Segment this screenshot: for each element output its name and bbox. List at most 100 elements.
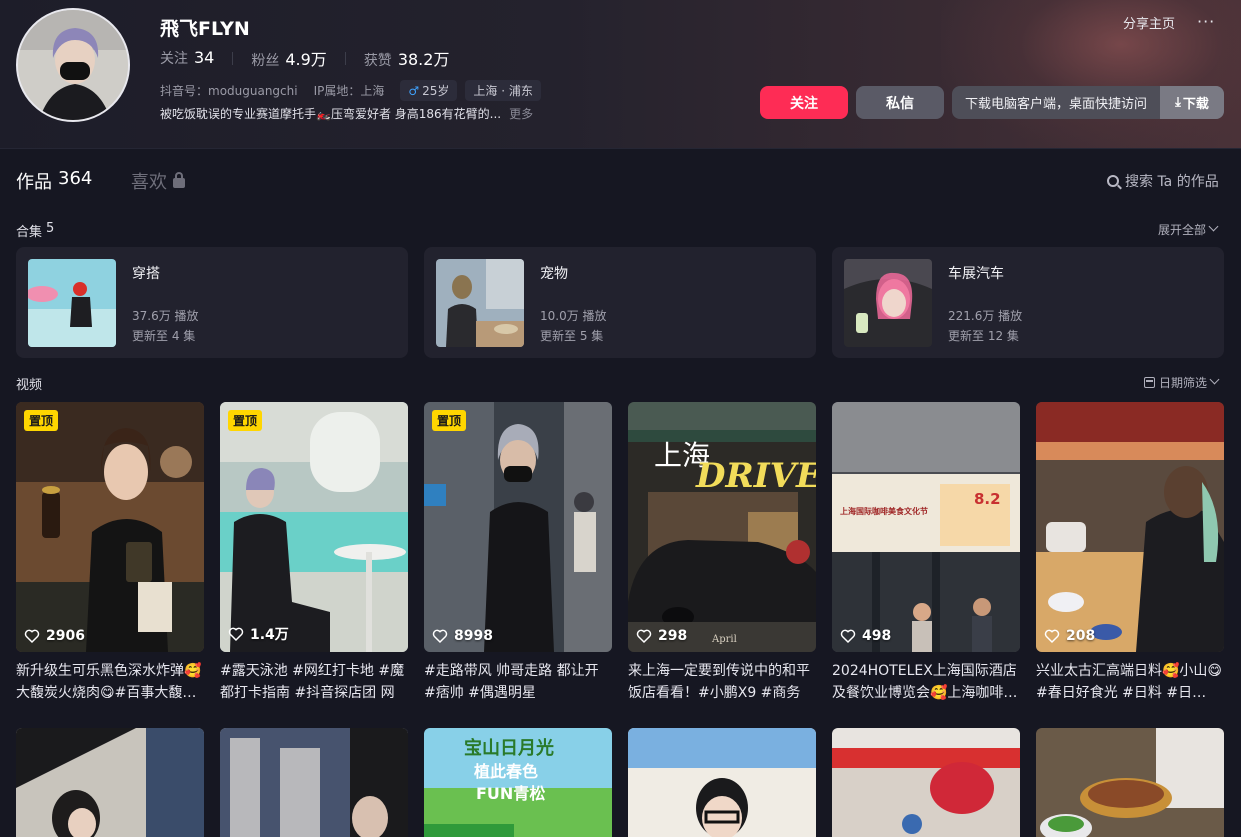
- video-thumbnail[interactable]: [832, 728, 1020, 837]
- thumbnail-caption: 宝山日月光: [464, 738, 554, 759]
- video-card[interactable]: 置顶 1.4万 #露天泳池 #网红打卡地 #魔都打卡指南 #抖音探店团 网红…: [220, 402, 408, 704]
- video-title[interactable]: 新升级生可乐黑色深水炸弹🥰大馥炭火烧肉😋#百事大馥…: [16, 660, 204, 704]
- followers-stat[interactable]: 粉丝 4.9万: [251, 46, 326, 70]
- expand-all-label: 展开全部: [1158, 223, 1207, 237]
- profile-stats: 关注 34 粉丝 4.9万 获赞 38.2万: [160, 46, 449, 70]
- video-thumbnail[interactable]: [1036, 728, 1224, 837]
- message-button[interactable]: 私信: [856, 86, 944, 119]
- follow-button[interactable]: 关注: [760, 86, 848, 119]
- header-background-photo: [941, 0, 1241, 148]
- profile-nickname: 飛飞FLYN: [160, 18, 250, 40]
- collection-plays: 10.0万 播放: [540, 309, 607, 323]
- chevron-down-icon: [1209, 374, 1220, 385]
- share-profile-link[interactable]: 分享主页: [1123, 13, 1175, 32]
- followers-count: 4.9万: [285, 50, 327, 69]
- download-icon: ⤓: [1175, 95, 1181, 110]
- following-label: 关注: [160, 51, 188, 67]
- date-filter-button[interactable]: 日期筛选: [1144, 374, 1220, 391]
- search-works-button[interactable]: 搜索 Ta 的作品: [1107, 171, 1219, 191]
- collections-header: 合集 5: [16, 221, 54, 240]
- date-filter-label: 日期筛选: [1159, 376, 1208, 390]
- age-tag: ♂ 25岁: [400, 80, 458, 101]
- video-card[interactable]: 208 兴业太古汇高端日料🥰小山😋#春日好食光 #日料 #日…: [1036, 402, 1224, 704]
- thumbnail-caption: DRIVE: [696, 456, 816, 496]
- collection-name: 宠物: [540, 266, 568, 282]
- age-text: 25岁: [422, 84, 450, 98]
- video-card[interactable]: 上海 DRIVE April 298 来上海一定要到传说中的和平饭店看看！#小鹏…: [628, 402, 816, 704]
- ip-location: IP属地：上海: [313, 84, 385, 98]
- collection-card[interactable]: 穿搭 37.6万 播放 更新至 4 集: [16, 247, 408, 358]
- tab-works-count: 364: [58, 168, 93, 189]
- likes-count: 298: [658, 628, 688, 644]
- likes-count: 8998: [454, 628, 493, 644]
- district-tag: 上海 · 浦东: [465, 80, 541, 101]
- male-icon: ♂: [408, 83, 420, 98]
- pinned-badge: 置顶: [24, 410, 59, 431]
- collection-card[interactable]: 宠物 10.0万 播放 更新至 5 集: [424, 247, 816, 358]
- video-likes: 1.4万: [228, 624, 289, 644]
- download-button[interactable]: ⤓ 下载: [1160, 86, 1224, 119]
- likes-count: 38.2万: [397, 50, 450, 69]
- thumbnail-caption: 上海国际咖啡美食文化节: [840, 507, 928, 516]
- following-stat[interactable]: 关注 34: [160, 48, 214, 68]
- download-client-banner: 下载电脑客户端，桌面快捷访问 ⤓ 下载: [952, 86, 1224, 119]
- videos-section-title: 视频: [16, 378, 43, 393]
- tab-likes[interactable]: 喜欢: [131, 168, 185, 194]
- collection-card[interactable]: 车展汽车 221.6万 播放 更新至 12 集: [832, 247, 1224, 358]
- collection-plays: 37.6万 播放: [132, 309, 199, 323]
- following-count: 34: [194, 48, 215, 67]
- video-card[interactable]: 置顶 8998 #走路带风 帅哥走路 都让开 #痞帅 #偶遇明星: [424, 402, 612, 704]
- lock-icon: [173, 172, 185, 188]
- douyin-id: 抖音号：moduguangchi: [160, 84, 298, 98]
- collection-thumbnail: [28, 259, 116, 347]
- more-options-icon[interactable]: ···: [1197, 12, 1215, 31]
- expand-all-button[interactable]: 展开全部: [1158, 221, 1219, 238]
- video-thumbnail[interactable]: 208: [1036, 402, 1224, 652]
- video-thumbnail[interactable]: 上海国际咖啡美食文化节 8.2 498: [832, 402, 1020, 652]
- video-thumbnail[interactable]: [16, 728, 204, 837]
- chevron-down-icon: [1208, 221, 1219, 232]
- collection-thumbnail: [844, 259, 932, 347]
- heart-icon: [636, 629, 652, 644]
- profile-meta: 抖音号：moduguangchi IP属地：上海 ♂ 25岁 上海 · 浦东: [160, 80, 541, 101]
- video-card[interactable]: 置顶 2906 新升级生可乐黑色深水炸弹🥰大馥炭火烧肉😋#百事大馥…: [16, 402, 204, 704]
- search-works-label: 搜索 Ta 的作品: [1125, 174, 1219, 190]
- profile-bio: 被吃饭耽误的专业赛道摩托手🏍️压弯爱好者 身高186有花臂的... 更多: [160, 105, 533, 122]
- video-likes: 8998: [432, 628, 493, 644]
- bio-text: 被吃饭耽误的专业赛道摩托手🏍️压弯爱好者 身高186有花臂的...: [160, 107, 502, 121]
- video-likes: 298: [636, 628, 687, 644]
- video-title[interactable]: #走路带风 帅哥走路 都让开 #痞帅 #偶遇明星: [424, 660, 612, 704]
- collection-plays: 221.6万 播放: [948, 309, 1023, 323]
- thumbnail-caption: 植此春色: [474, 762, 539, 781]
- video-thumbnail[interactable]: 置顶 2906: [16, 402, 204, 652]
- avatar[interactable]: [16, 8, 130, 122]
- likes-label: 获赞: [363, 53, 392, 69]
- video-thumbnail[interactable]: 上海 DRIVE April 298: [628, 402, 816, 652]
- video-thumbnail[interactable]: [220, 728, 408, 837]
- bio-more-link[interactable]: 更多: [509, 105, 533, 122]
- likes-count: 1.4万: [250, 627, 289, 643]
- collections-title: 合集: [16, 225, 43, 240]
- stat-divider: [344, 51, 346, 65]
- likes-stat: 获赞 38.2万: [364, 46, 450, 70]
- heart-icon: [228, 627, 244, 642]
- tab-works-label: 作品: [16, 172, 52, 193]
- video-thumbnail[interactable]: 宝山日月光 植此春色 FUN青松: [424, 728, 612, 837]
- video-likes: 2906: [24, 628, 85, 644]
- heart-icon: [1044, 629, 1060, 644]
- search-icon: [1107, 175, 1119, 187]
- video-title[interactable]: 来上海一定要到传说中的和平饭店看看！#小鹏X9 #商务 …: [628, 660, 816, 704]
- likes-count: 498: [862, 628, 892, 644]
- video-title[interactable]: 兴业太古汇高端日料🥰小山😋#春日好食光 #日料 #日…: [1036, 660, 1224, 704]
- likes-count: 2906: [46, 628, 85, 644]
- tab-works[interactable]: 作品 364: [16, 168, 92, 194]
- tab-likes-label: 喜欢: [131, 172, 167, 193]
- video-thumbnail[interactable]: 置顶 8998: [424, 402, 612, 652]
- thumbnail-caption: FUN青松: [476, 784, 546, 803]
- download-label: 下载: [1182, 97, 1209, 112]
- video-title[interactable]: #露天泳池 #网红打卡地 #魔都打卡指南 #抖音探店团 网红…: [220, 660, 408, 704]
- video-card[interactable]: 上海国际咖啡美食文化节 8.2 498 2024HOTELEX上海国际酒店及餐饮…: [832, 402, 1020, 704]
- video-thumbnail[interactable]: 置顶 1.4万: [220, 402, 408, 652]
- video-thumbnail[interactable]: [628, 728, 816, 837]
- video-title[interactable]: 2024HOTELEX上海国际酒店及餐饮业博览会🥰上海咖啡…: [832, 660, 1020, 704]
